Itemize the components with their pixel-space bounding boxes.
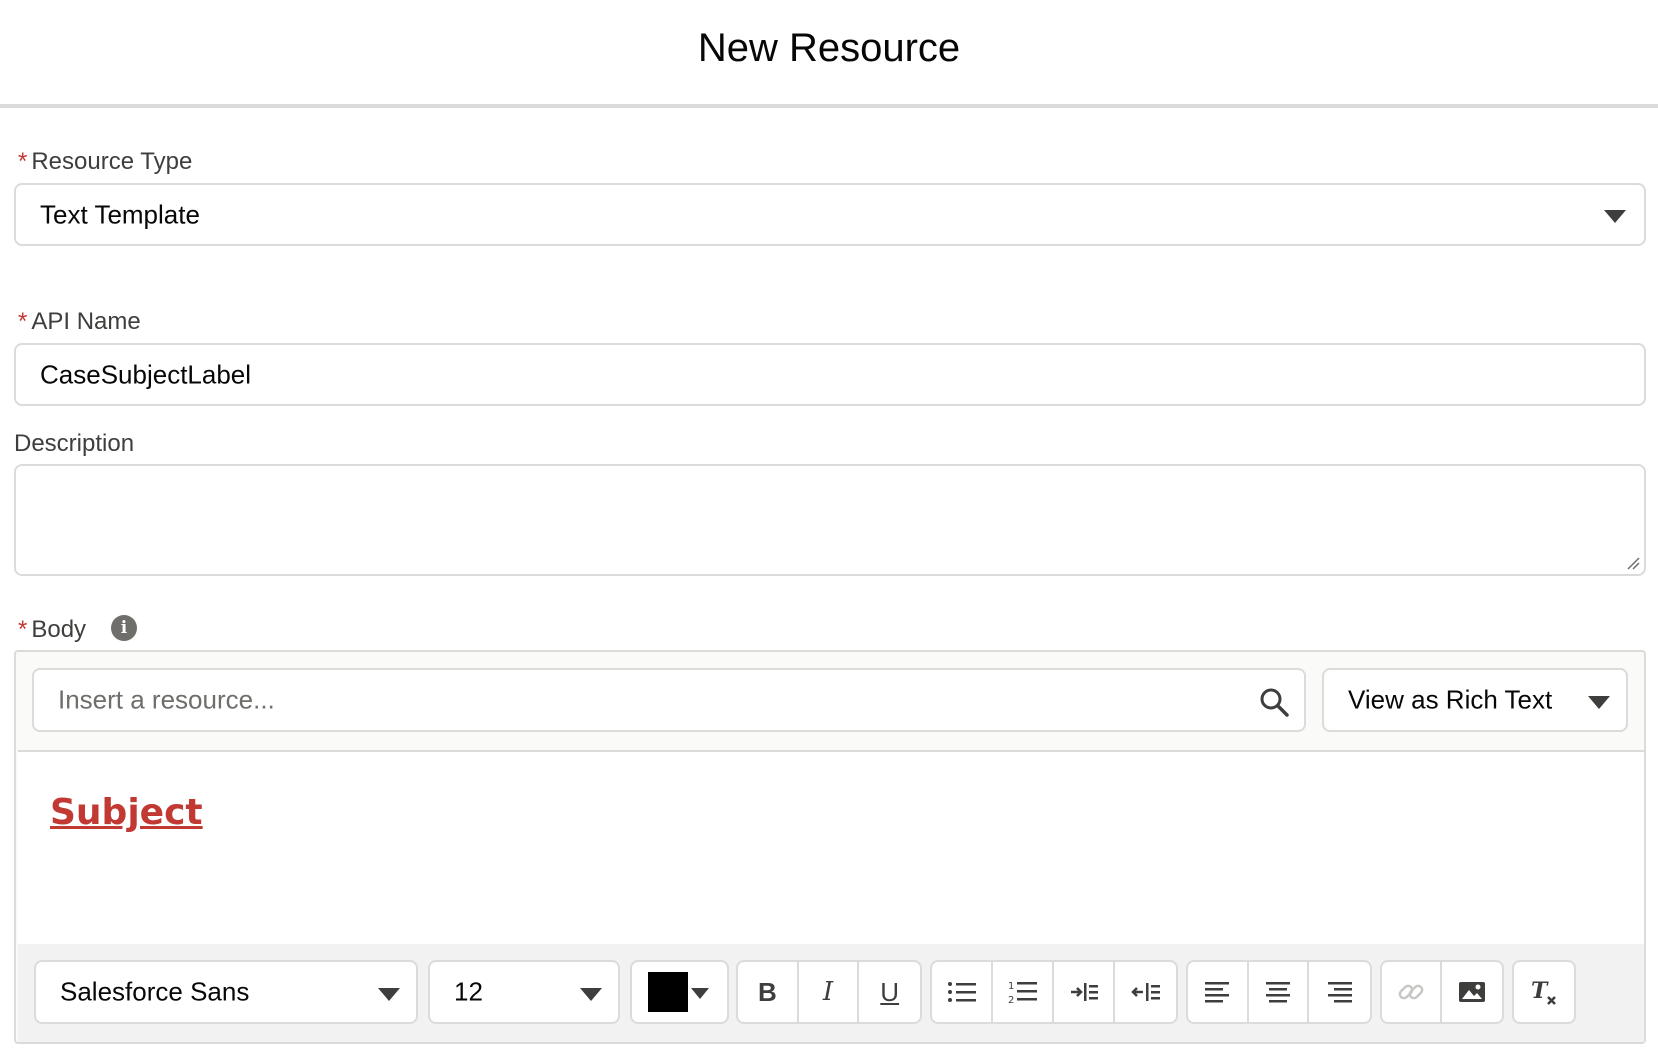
- align-center-button[interactable]: [1249, 962, 1310, 1022]
- underline-button[interactable]: U: [859, 962, 920, 1022]
- body-content: Subject: [50, 792, 203, 833]
- resource-type-select[interactable]: Text Template: [14, 183, 1646, 246]
- bold-button[interactable]: B: [738, 962, 799, 1022]
- align-right-button[interactable]: [1309, 962, 1370, 1022]
- alignment-buttons: [1186, 960, 1372, 1024]
- insert-resource-input[interactable]: Insert a resource...: [32, 668, 1306, 732]
- font-family-select[interactable]: Salesforce Sans: [34, 960, 418, 1024]
- modal-header: New Resource: [0, 0, 1658, 108]
- color-swatch: [648, 972, 688, 1012]
- list-buttons: 1 2: [930, 960, 1178, 1024]
- image-button[interactable]: [1442, 962, 1502, 1022]
- required-marker: *: [18, 308, 28, 335]
- rich-text-area[interactable]: Subject: [18, 750, 1644, 944]
- required-marker: *: [18, 616, 28, 643]
- link-button[interactable]: [1382, 962, 1443, 1022]
- outdent-icon: [1130, 983, 1160, 1001]
- resource-type-value: Text Template: [40, 199, 200, 229]
- description-textarea[interactable]: [14, 464, 1646, 576]
- resize-handle-icon[interactable]: [1626, 556, 1640, 570]
- chevron-down-icon: [691, 988, 709, 999]
- chevron-down-icon: [378, 988, 400, 1001]
- required-marker: *: [18, 148, 28, 175]
- formatting-toolbar: Salesforce Sans 12 B I U 1 2 T: [18, 944, 1644, 1042]
- link-icon: [1398, 984, 1424, 1000]
- info-icon[interactable]: i: [111, 615, 137, 641]
- numbered-list-button[interactable]: 1 2: [993, 962, 1055, 1022]
- chevron-down-icon: [1604, 210, 1626, 223]
- image-icon: [1459, 982, 1486, 1002]
- chevron-down-icon: [1588, 696, 1610, 709]
- modal-title: New Resource: [697, 26, 961, 70]
- text-style-buttons: B I U: [736, 960, 922, 1024]
- insert-buttons: [1380, 960, 1504, 1024]
- underline-icon: U: [880, 976, 900, 1007]
- api-name-input[interactable]: CaseSubjectLabel: [14, 343, 1646, 406]
- bulleted-list-icon: [947, 982, 976, 1002]
- italic-button[interactable]: I: [799, 962, 860, 1022]
- outdent-button[interactable]: [1115, 962, 1176, 1022]
- search-icon[interactable]: [1258, 686, 1290, 718]
- font-size-value: 12: [454, 976, 483, 1007]
- body-editor: Insert a resource... View as Rich Text S…: [14, 650, 1646, 1044]
- text-color-picker[interactable]: [630, 960, 729, 1024]
- align-left-button[interactable]: [1188, 962, 1249, 1022]
- font-size-select[interactable]: 12: [428, 960, 620, 1024]
- view-mode-select[interactable]: View as Rich Text: [1322, 668, 1628, 732]
- api-name-label: * API Name: [18, 308, 141, 335]
- indent-button[interactable]: [1054, 962, 1116, 1022]
- numbered-list-icon: 1 2: [1008, 981, 1037, 1005]
- chevron-down-icon: [580, 988, 602, 1001]
- insert-resource-placeholder: Insert a resource...: [58, 684, 275, 715]
- svg-text:1: 1: [1008, 981, 1014, 992]
- clear-formatting-button[interactable]: T: [1514, 962, 1574, 1022]
- font-family-value: Salesforce Sans: [60, 976, 250, 1007]
- indent-icon: [1070, 983, 1098, 1001]
- api-name-value: CaseSubjectLabel: [40, 359, 252, 389]
- align-right-icon: [1327, 982, 1352, 1003]
- clear-formatting-group: T: [1512, 960, 1576, 1024]
- body-label: * Body: [18, 616, 87, 643]
- view-mode-value: View as Rich Text: [1348, 684, 1553, 715]
- description-label: Description: [14, 430, 135, 457]
- resource-type-label: * Resource Type: [18, 148, 193, 175]
- bulleted-list-button[interactable]: [932, 962, 994, 1022]
- align-left-icon: [1205, 982, 1230, 1003]
- svg-text:2: 2: [1008, 995, 1014, 1005]
- italic-icon: I: [822, 977, 834, 1007]
- align-center-icon: [1266, 982, 1291, 1003]
- svg-text:T: T: [1531, 978, 1549, 1004]
- clear-formatting-icon: T: [1531, 978, 1556, 1005]
- bold-icon: B: [757, 976, 777, 1007]
